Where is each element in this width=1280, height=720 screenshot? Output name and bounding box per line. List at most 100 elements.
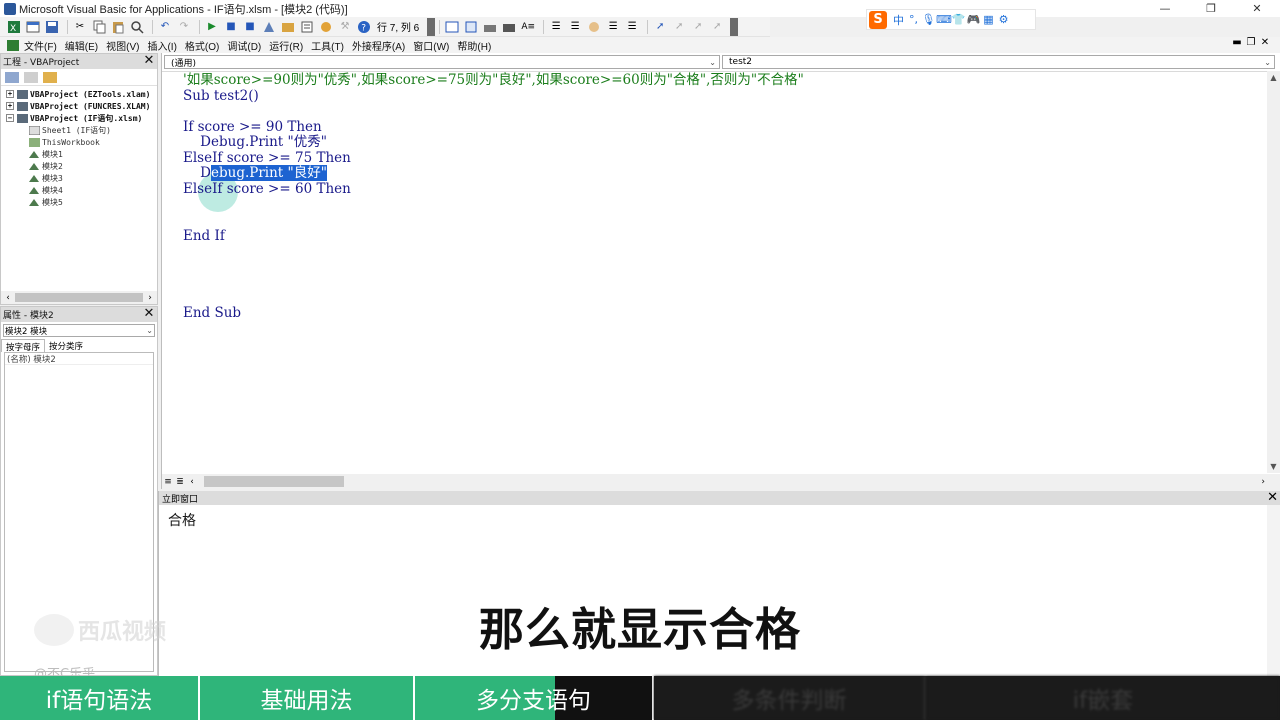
close-icon[interactable]: ✕: [1267, 491, 1278, 505]
child-minimize-icon[interactable]: ▬: [1230, 37, 1244, 48]
vba-menu-icon[interactable]: [6, 39, 20, 52]
minimize-button[interactable]: —: [1142, 0, 1188, 17]
chevron-down-icon[interactable]: ⌄: [709, 58, 716, 67]
outdent-icon[interactable]: ☰: [567, 19, 583, 35]
ime-settings-icon[interactable]: ⚙: [996, 13, 1011, 26]
menu-view[interactable]: 视图(V): [106, 38, 139, 53]
menu-addins[interactable]: 外接程序(A): [352, 38, 405, 53]
close-window-button[interactable]: ✕: [1234, 0, 1280, 17]
tab-alphabetic[interactable]: 按字母序: [1, 339, 46, 353]
cut-icon[interactable]: ✂: [72, 19, 88, 35]
find-icon[interactable]: [129, 19, 145, 35]
collapse-icon[interactable]: −: [6, 114, 14, 122]
scroll-left-icon[interactable]: ‹: [186, 477, 198, 487]
object-combo[interactable]: (通用) ⌄: [164, 55, 720, 69]
toolbox-icon[interactable]: ⚒: [337, 19, 353, 35]
copy-icon[interactable]: [91, 19, 107, 35]
run-icon[interactable]: ▶: [204, 19, 220, 35]
tree-item[interactable]: 模块5: [1, 196, 157, 208]
menu-debug[interactable]: 调试(D): [227, 38, 261, 53]
tree-item[interactable]: + VBAProject (EZTools.xlam): [1, 88, 157, 100]
toolbox-grid-icon[interactable]: ▦: [981, 13, 996, 26]
comment-block-icon[interactable]: ☰: [605, 19, 621, 35]
chapter-item[interactable]: 基础用法: [200, 676, 415, 720]
close-icon[interactable]: ✕: [142, 307, 156, 321]
menu-file[interactable]: 文件(F): [24, 38, 57, 53]
menu-format[interactable]: 格式(O): [185, 38, 219, 53]
property-row[interactable]: (名称) 模块2: [5, 353, 153, 365]
tree-item[interactable]: Sheet1 (IF语句): [1, 124, 157, 136]
scroll-thumb[interactable]: [15, 293, 143, 302]
tree-item[interactable]: + VBAProject (FUNCRES.XLAM): [1, 100, 157, 112]
tree-item[interactable]: 模块2: [1, 160, 157, 172]
toggle-breakpoint-icon[interactable]: [586, 19, 602, 35]
code-editor[interactable]: '如果score>=90则为"优秀",如果score>=75则为"良好",如果s…: [162, 71, 1268, 473]
tree-item[interactable]: − VBAProject (IF语句.xlsm): [1, 112, 157, 124]
menu-edit[interactable]: 编辑(E): [65, 38, 98, 53]
child-close-icon[interactable]: ✕: [1258, 37, 1272, 48]
skin-icon[interactable]: 👕: [951, 13, 966, 26]
reset-icon[interactable]: ■: [242, 19, 258, 35]
close-icon[interactable]: ✕: [142, 54, 156, 68]
chapter-item-current[interactable]: 多分支语句: [415, 676, 654, 720]
expand-icon[interactable]: +: [6, 102, 14, 110]
full-module-view-icon[interactable]: ≣: [174, 477, 186, 487]
list-properties-icon[interactable]: [444, 19, 460, 35]
code-vscrollbar[interactable]: ▲ ▼: [1267, 71, 1280, 473]
object-select[interactable]: 模块2 模块 ⌄: [3, 324, 155, 337]
chapter-item[interactable]: 多条件判断: [654, 676, 926, 720]
child-restore-icon[interactable]: ❐: [1244, 37, 1258, 48]
expand-icon[interactable]: +: [6, 90, 14, 98]
scroll-right-icon[interactable]: ›: [143, 293, 157, 303]
scroll-right-icon[interactable]: ›: [1261, 477, 1265, 487]
properties-window-icon[interactable]: [299, 19, 315, 35]
punctuation-icon[interactable]: °,: [906, 13, 921, 26]
keyboard-icon[interactable]: ⌨: [936, 13, 952, 26]
toolbar-grip-2[interactable]: [730, 17, 739, 36]
project-hscrollbar[interactable]: ‹ ›: [1, 291, 157, 304]
help-icon[interactable]: ?: [356, 19, 372, 35]
menu-help[interactable]: 帮助(H): [457, 38, 491, 53]
redo-icon[interactable]: ↷: [176, 19, 192, 35]
tree-item[interactable]: ThisWorkbook: [1, 136, 157, 148]
complete-word-icon[interactable]: A≡: [520, 19, 536, 35]
tree-item[interactable]: 模块3: [1, 172, 157, 184]
tree-item[interactable]: 模块4: [1, 184, 157, 196]
indent-icon[interactable]: ☰: [548, 19, 564, 35]
design-mode-icon[interactable]: [261, 19, 277, 35]
break-icon[interactable]: ■: [223, 19, 239, 35]
chevron-down-icon[interactable]: ⌄: [146, 326, 153, 335]
previous-bookmark-icon[interactable]: ➚: [690, 19, 706, 35]
tree-item[interactable]: 模块1: [1, 148, 157, 160]
chapter-item[interactable]: if语句语法: [0, 676, 200, 720]
microphone-icon[interactable]: 🎙: [921, 13, 936, 26]
scroll-thumb[interactable]: [204, 476, 344, 487]
toggle-folders-icon[interactable]: [43, 71, 57, 83]
procedure-combo[interactable]: test2 ⌄: [722, 55, 1275, 69]
chevron-down-icon[interactable]: ⌄: [1264, 58, 1271, 67]
uncomment-block-icon[interactable]: ☰: [624, 19, 640, 35]
undo-icon[interactable]: ↶: [157, 19, 173, 35]
code-hscrollbar[interactable]: ≡ ≣ ‹ ›: [162, 474, 1280, 489]
menu-run[interactable]: 运行(R): [269, 38, 303, 53]
scroll-left-icon[interactable]: ‹: [1, 293, 15, 303]
quick-info-icon[interactable]: [482, 19, 498, 35]
list-constants-icon[interactable]: [463, 19, 479, 35]
chapter-item[interactable]: if嵌套: [926, 676, 1280, 720]
view-code-icon[interactable]: [5, 71, 19, 83]
insert-module-icon[interactable]: [25, 19, 41, 35]
tab-categorized[interactable]: 按分类序: [45, 339, 87, 352]
save-icon[interactable]: [44, 19, 60, 35]
menu-insert[interactable]: 插入(I): [147, 38, 176, 53]
ime-language-toggle[interactable]: 中: [891, 12, 906, 28]
clear-bookmarks-icon[interactable]: ➚: [709, 19, 725, 35]
next-bookmark-icon[interactable]: ➚: [671, 19, 687, 35]
scroll-up-icon[interactable]: ▲: [1267, 71, 1280, 84]
parameter-info-icon[interactable]: [501, 19, 517, 35]
toolbar-grip[interactable]: [427, 17, 436, 36]
menu-tools[interactable]: 工具(T): [311, 38, 344, 53]
menu-window[interactable]: 窗口(W): [413, 38, 449, 53]
paste-icon[interactable]: [110, 19, 126, 35]
project-explorer-icon[interactable]: [280, 19, 296, 35]
toggle-bookmark-icon[interactable]: ➚: [652, 19, 668, 35]
